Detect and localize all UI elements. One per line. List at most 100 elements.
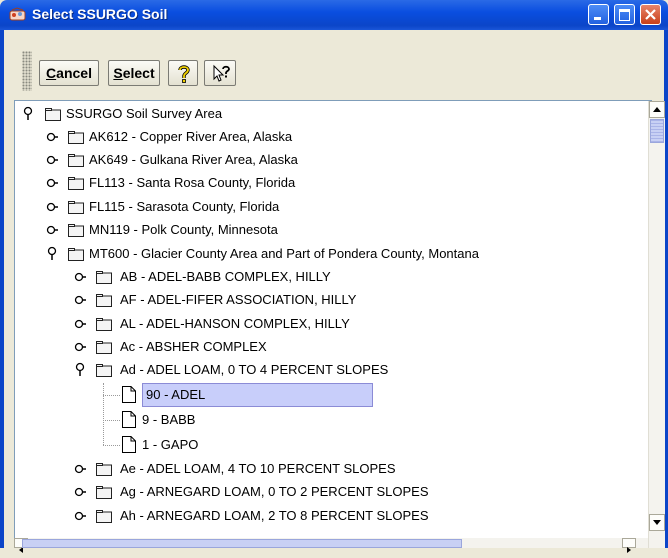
- folder-icon: [96, 318, 112, 331]
- tree-label: Ah - ARNEGARD LOAM, 2 TO 8 PERCENT SLOPE…: [120, 508, 429, 523]
- tree-item-area[interactable]: AK649 - Gulkana River Area, Alaska: [46, 149, 606, 171]
- tree-label: AB - ADEL-BABB COMPLEX, HILLY: [120, 269, 331, 284]
- app-icon: [9, 7, 26, 23]
- tree-label: MN119 - Polk County, Minnesota: [89, 222, 278, 237]
- tree-label: SSURGO Soil Survey Area: [66, 106, 223, 121]
- close-icon: [645, 9, 656, 20]
- scroll-down-button[interactable]: [649, 514, 665, 531]
- folder-icon: [96, 463, 112, 476]
- tree-label: MT600 - Glacier County Area and Part of …: [89, 246, 479, 261]
- tree-label: Ae - ADEL LOAM, 4 TO 10 PERCENT SLOPES: [120, 461, 396, 476]
- folder-icon: [68, 224, 84, 237]
- tree-item-area[interactable]: FL113 - Santa Rosa County, Florida: [46, 172, 606, 194]
- folder-icon: [96, 341, 112, 354]
- tree-item-map-unit[interactable]: Ad - ADEL LOAM, 0 TO 4 PERCENT SLOPES: [74, 359, 614, 381]
- tree-label: Ad - ADEL LOAM, 0 TO 4 PERCENT SLOPES: [120, 362, 389, 377]
- scroll-right-button[interactable]: [622, 538, 636, 553]
- tree-root[interactable]: SSURGO Soil Survey Area: [22, 103, 522, 125]
- arrow-up-icon: [653, 107, 661, 112]
- window-frame-left: [0, 30, 4, 548]
- collapsed-key-icon[interactable]: [74, 289, 86, 311]
- tree-item-area[interactable]: AK612 - Copper River Area, Alaska: [46, 126, 606, 148]
- expanded-key-icon[interactable]: [46, 243, 58, 265]
- folder-icon: [96, 294, 112, 307]
- folder-icon: [68, 154, 84, 167]
- arrow-right-icon: [627, 547, 631, 553]
- tree-label: Ag - ARNEGARD LOAM, 0 TO 2 PERCENT SLOPE…: [120, 484, 429, 499]
- expanded-key-icon[interactable]: [74, 359, 86, 381]
- tree-item-area[interactable]: MN119 - Polk County, Minnesota: [46, 219, 606, 241]
- folder-icon: [96, 486, 112, 499]
- folder-icon: [45, 108, 61, 121]
- cancel-button[interactable]: Cancel: [39, 60, 99, 86]
- tree-item-area[interactable]: FL115 - Sarasota County, Florida: [46, 196, 606, 218]
- scroll-thumb[interactable]: [650, 119, 664, 143]
- collapsed-key-icon[interactable]: [74, 313, 86, 335]
- select-mnemonic: S: [113, 65, 123, 81]
- collapsed-key-icon[interactable]: [46, 196, 58, 218]
- expanded-key-icon[interactable]: [22, 103, 34, 125]
- document-icon: [122, 411, 136, 428]
- folder-icon: [68, 177, 84, 190]
- tree-label: FL115 - Sarasota County, Florida: [89, 199, 280, 214]
- tree-label: FL113 - Santa Rosa County, Florida: [89, 175, 296, 190]
- tree-item-map-unit[interactable]: AB - ADEL-BABB COMPLEX, HILLY: [74, 266, 614, 288]
- tree-label: AF - ADEL-FIFER ASSOCIATION, HILLY: [120, 292, 357, 307]
- toolbar: [4, 30, 664, 93]
- tree-item-map-unit[interactable]: Ah - ARNEGARD LOAM, 2 TO 8 PERCENT SLOPE…: [74, 505, 614, 527]
- tree-connector: [103, 420, 120, 421]
- vertical-scrollbar[interactable]: [648, 101, 665, 548]
- collapsed-key-icon[interactable]: [46, 172, 58, 194]
- collapsed-key-icon[interactable]: [74, 458, 86, 480]
- tree-item-component[interactable]: 9 - BABB: [122, 409, 422, 431]
- tree-connector: [103, 383, 104, 445]
- tree-item-area[interactable]: MT600 - Glacier County Area and Part of …: [46, 243, 646, 265]
- toolbar-grip[interactable]: [22, 51, 32, 91]
- folder-icon: [96, 271, 112, 284]
- folder-icon: [96, 510, 112, 523]
- context-help-button[interactable]: [204, 60, 236, 86]
- select-button[interactable]: Select: [108, 60, 160, 86]
- maximize-button[interactable]: [614, 4, 635, 25]
- title-bar[interactable]: Select SSURGO Soil: [0, 0, 668, 30]
- folder-icon: [96, 364, 112, 377]
- folder-icon: [68, 248, 84, 261]
- tree-connector: [103, 445, 120, 446]
- cancel-mnemonic: C: [46, 65, 57, 81]
- arrow-down-icon: [653, 520, 661, 525]
- collapsed-key-icon[interactable]: [46, 126, 58, 148]
- tree-item-component[interactable]: 1 - GAPO: [122, 434, 422, 456]
- collapsed-key-icon[interactable]: [74, 481, 86, 503]
- collapsed-key-icon[interactable]: [46, 149, 58, 171]
- window-title: Select SSURGO Soil: [32, 6, 168, 22]
- tree-item-map-unit[interactable]: AF - ADEL-FIFER ASSOCIATION, HILLY: [74, 289, 614, 311]
- question-mark-icon: [178, 65, 190, 83]
- collapsed-key-icon[interactable]: [74, 336, 86, 358]
- document-icon: [122, 436, 136, 453]
- tree-label: AL - ADEL-HANSON COMPLEX, HILLY: [120, 316, 350, 331]
- collapsed-key-icon[interactable]: [46, 219, 58, 241]
- tree-item-map-unit[interactable]: Ae - ADEL LOAM, 4 TO 10 PERCENT SLOPES: [74, 458, 614, 480]
- minimize-button[interactable]: [588, 4, 609, 25]
- tree-item-component-selected[interactable]: 90 - ADEL: [122, 383, 422, 407]
- tree-connector: [103, 395, 120, 396]
- collapsed-key-icon[interactable]: [74, 266, 86, 288]
- tree-label: AK649 - Gulkana River Area, Alaska: [89, 152, 298, 167]
- tree-label: 1 - GAPO: [142, 437, 199, 452]
- tree-label: 9 - BABB: [142, 412, 196, 427]
- horizontal-scroll-thumb[interactable]: [22, 539, 462, 548]
- help-button[interactable]: [168, 60, 198, 86]
- tree-label: Ac - ABSHER COMPLEX: [120, 339, 267, 354]
- tree-item-map-unit[interactable]: Ag - ARNEGARD LOAM, 0 TO 2 PERCENT SLOPE…: [74, 481, 614, 503]
- tree-item-map-unit[interactable]: AL - ADEL-HANSON COMPLEX, HILLY: [74, 313, 614, 335]
- scroll-up-button[interactable]: [649, 101, 665, 118]
- cancel-label: ancel: [56, 65, 92, 81]
- select-label: elect: [122, 65, 155, 81]
- folder-icon: [68, 201, 84, 214]
- folder-icon: [68, 131, 84, 144]
- tree-item-map-unit[interactable]: Ac - ABSHER COMPLEX: [74, 336, 614, 358]
- document-icon: [122, 386, 136, 403]
- close-button[interactable]: [640, 4, 661, 25]
- collapsed-key-icon[interactable]: [74, 505, 86, 527]
- tree-label: AK612 - Copper River Area, Alaska: [89, 129, 293, 144]
